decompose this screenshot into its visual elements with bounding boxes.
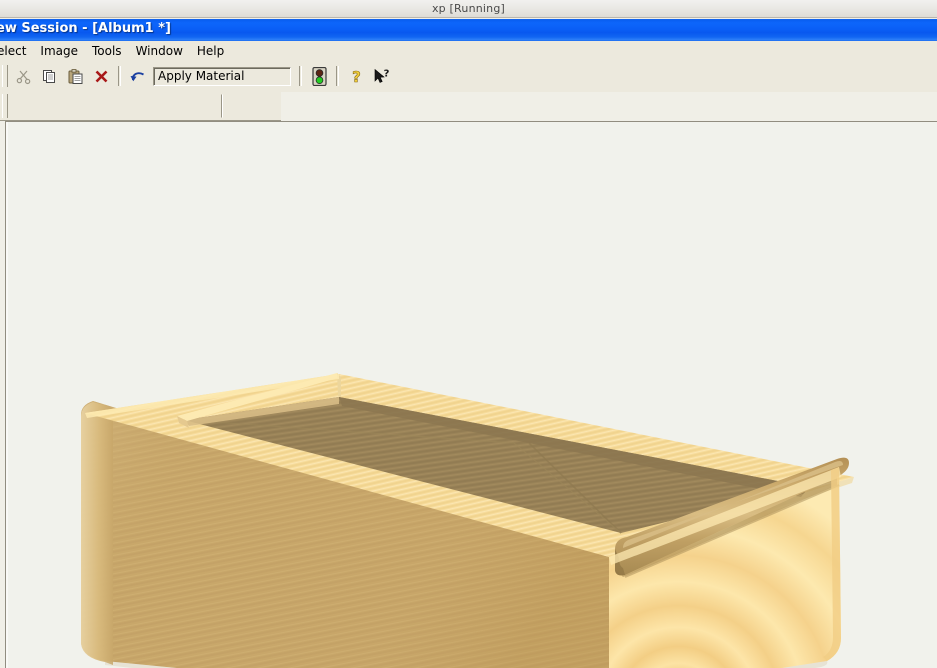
toolbar-separator-3 <box>336 66 339 86</box>
model-viewport[interactable] <box>9 125 937 668</box>
toolbar-grip[interactable] <box>2 65 8 87</box>
paste-icon <box>68 68 82 84</box>
paste-button[interactable] <box>63 65 87 88</box>
app-window-title: ew Session - [Album1 *] <box>0 21 171 36</box>
material-field[interactable]: Apply Material <box>153 66 291 86</box>
box-left-corner-highlight <box>81 402 113 665</box>
delete-x-icon <box>95 70 107 82</box>
menu-item-help[interactable]: Help <box>190 43 231 59</box>
secondary-toolbar-panel-right[interactable] <box>222 94 280 118</box>
viewport-frame <box>5 121 937 668</box>
menu-item-tools[interactable]: Tools <box>85 43 129 59</box>
material-field-value: Apply Material <box>158 69 245 83</box>
svg-text:?: ? <box>384 68 390 79</box>
cut-button[interactable] <box>11 65 35 88</box>
secondary-toolbar-panel-left[interactable] <box>9 94 222 118</box>
copy-button[interactable] <box>37 65 61 88</box>
toolbar-separator-2 <box>299 66 302 86</box>
vm-title: xp [Running] <box>431 2 506 15</box>
vm-titlebar: xp [Running] <box>0 0 937 18</box>
app-titlebar[interactable]: ew Session - [Album1 *] <box>0 19 937 41</box>
undo-button[interactable] <box>126 65 150 88</box>
main-toolbar: Apply Material ? ? <box>0 61 937 92</box>
screen-root: xp [Running] ew Session - [Album1 *] ele… <box>0 0 937 668</box>
help-question-icon: ? <box>351 68 361 85</box>
menu-item-select[interactable]: elect <box>0 43 33 59</box>
context-help-button[interactable]: ? <box>370 65 394 88</box>
wooden-box-model <box>81 373 854 668</box>
menu-item-window[interactable]: Window <box>129 43 190 59</box>
svg-text:?: ? <box>352 68 361 85</box>
secondary-toolbar <box>0 92 281 120</box>
secondary-toolbar-grip[interactable] <box>2 94 8 118</box>
undo-arrow-icon <box>130 71 144 81</box>
copy-icon <box>42 69 55 83</box>
traffic-light-icon <box>311 66 327 86</box>
toolbar-separator-1 <box>118 66 121 86</box>
context-help-arrow-icon: ? <box>374 68 390 83</box>
3d-scene <box>9 125 937 668</box>
help-button[interactable]: ? <box>344 65 368 88</box>
menubar: elect Image Tools Window Help <box>0 41 937 61</box>
cut-scissors-icon <box>16 70 30 84</box>
menu-item-image[interactable]: Image <box>33 43 85 59</box>
traffic-light-button[interactable] <box>307 65 331 88</box>
delete-button[interactable] <box>89 65 113 88</box>
